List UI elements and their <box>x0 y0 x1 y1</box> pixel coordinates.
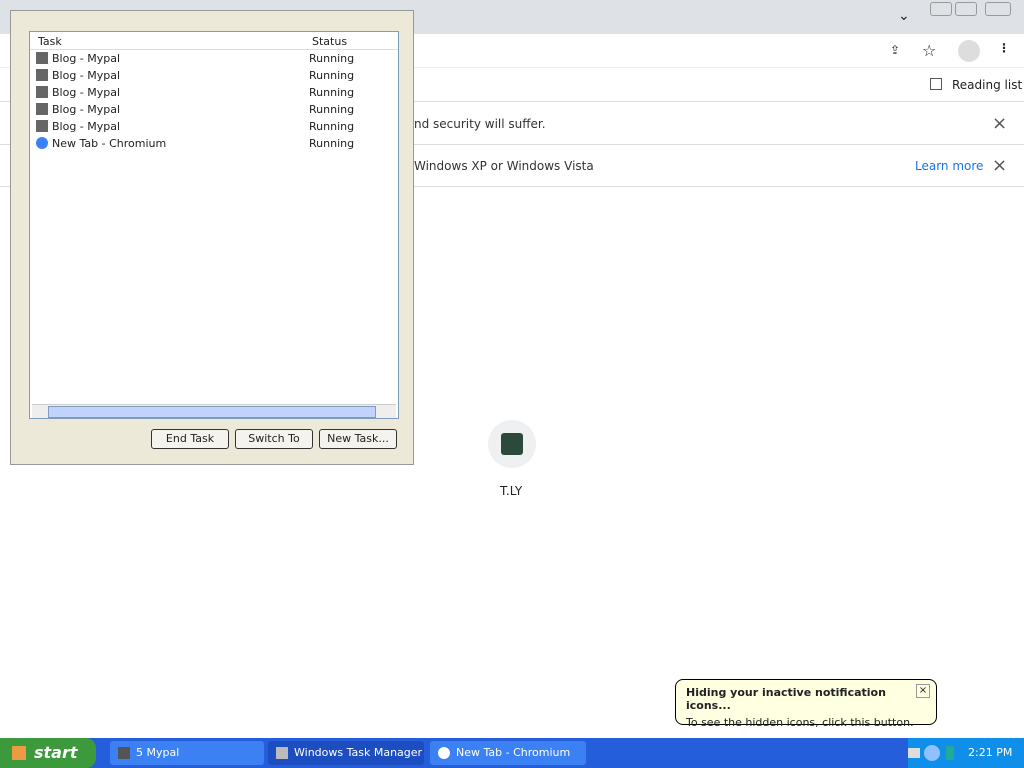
chromium-icon <box>438 747 450 759</box>
taskbar-item-task-manager[interactable]: Windows Task Manager <box>268 741 424 765</box>
table-row[interactable]: Blog - Mypal Running <box>30 67 398 84</box>
task-list[interactable]: Task Status Blog - Mypal Running Blog - M… <box>29 31 399 419</box>
table-row[interactable]: Blog - Mypal Running <box>30 118 398 135</box>
mypal-icon <box>36 69 48 81</box>
shortcut-label[interactable]: T.LY <box>500 484 522 498</box>
profile-icon[interactable] <box>958 40 980 62</box>
table-row[interactable]: Blog - Mypal Running <box>30 84 398 101</box>
mypal-icon <box>36 52 48 64</box>
chromium-icon <box>36 137 48 149</box>
table-row[interactable]: Blog - Mypal Running <box>30 50 398 67</box>
system-tray: 2:21 PM <box>908 738 1024 768</box>
close-icon[interactable]: × <box>916 684 930 698</box>
tooltip-body: To see the hidden icons, click this butt… <box>686 716 914 729</box>
menu-icon[interactable]: ⋮ <box>998 41 1010 55</box>
shortcut-tile[interactable] <box>488 420 536 468</box>
switch-to-button[interactable]: Switch To <box>235 429 313 449</box>
restore-button[interactable] <box>955 2 977 16</box>
tooltip-title: Hiding your inactive notification icons.… <box>686 686 886 712</box>
infobar-text: nd security will suffer. <box>414 117 546 131</box>
show-hidden-icons-button[interactable] <box>924 745 940 761</box>
chevron-down-icon[interactable]: ⌄ <box>898 8 910 24</box>
close-window-button[interactable] <box>985 2 1011 16</box>
table-row[interactable]: Blog - Mypal Running <box>30 101 398 118</box>
scrollbar-thumb[interactable] <box>48 406 376 418</box>
table-row[interactable]: New Tab - Chromium Running <box>30 135 398 152</box>
minimize-button[interactable] <box>930 2 952 16</box>
battery-icon[interactable] <box>946 746 954 760</box>
clock[interactable]: 2:21 PM <box>968 746 1012 759</box>
col-status[interactable]: Status <box>312 35 347 48</box>
mypal-icon <box>36 86 48 98</box>
windows-logo-icon <box>12 746 26 760</box>
star-icon[interactable]: ☆ <box>922 41 936 60</box>
col-task[interactable]: Task <box>38 35 62 48</box>
start-button[interactable]: start <box>0 738 96 768</box>
taskbar-item-mypal[interactable]: 5 Mypal <box>110 741 264 765</box>
new-task-button[interactable]: New Task... <box>319 429 397 449</box>
infobar-text: Windows XP or Windows Vista <box>414 159 594 173</box>
horizontal-scrollbar[interactable] <box>32 404 396 418</box>
taskbar-item-chromium[interactable]: New Tab - Chromium <box>430 741 586 765</box>
tree-icon <box>501 433 523 455</box>
share-icon[interactable]: ⇪ <box>890 43 900 57</box>
notification-tooltip: Hiding your inactive notification icons.… <box>675 679 937 729</box>
reading-list-icon[interactable] <box>930 78 942 90</box>
mypal-icon <box>118 747 130 759</box>
list-header: Task Status <box>30 32 398 50</box>
reading-list-label[interactable]: Reading list <box>952 78 1022 92</box>
learn-more-link[interactable]: Learn more <box>915 159 983 173</box>
task-manager-window: Task Status Blog - Mypal Running Blog - M… <box>10 10 414 465</box>
keyboard-icon[interactable] <box>908 748 920 758</box>
computer-icon <box>276 747 288 759</box>
mypal-icon <box>36 120 48 132</box>
close-icon[interactable]: × <box>992 113 1007 134</box>
close-icon[interactable]: × <box>992 155 1007 176</box>
end-task-button[interactable]: End Task <box>151 429 229 449</box>
mypal-icon <box>36 103 48 115</box>
